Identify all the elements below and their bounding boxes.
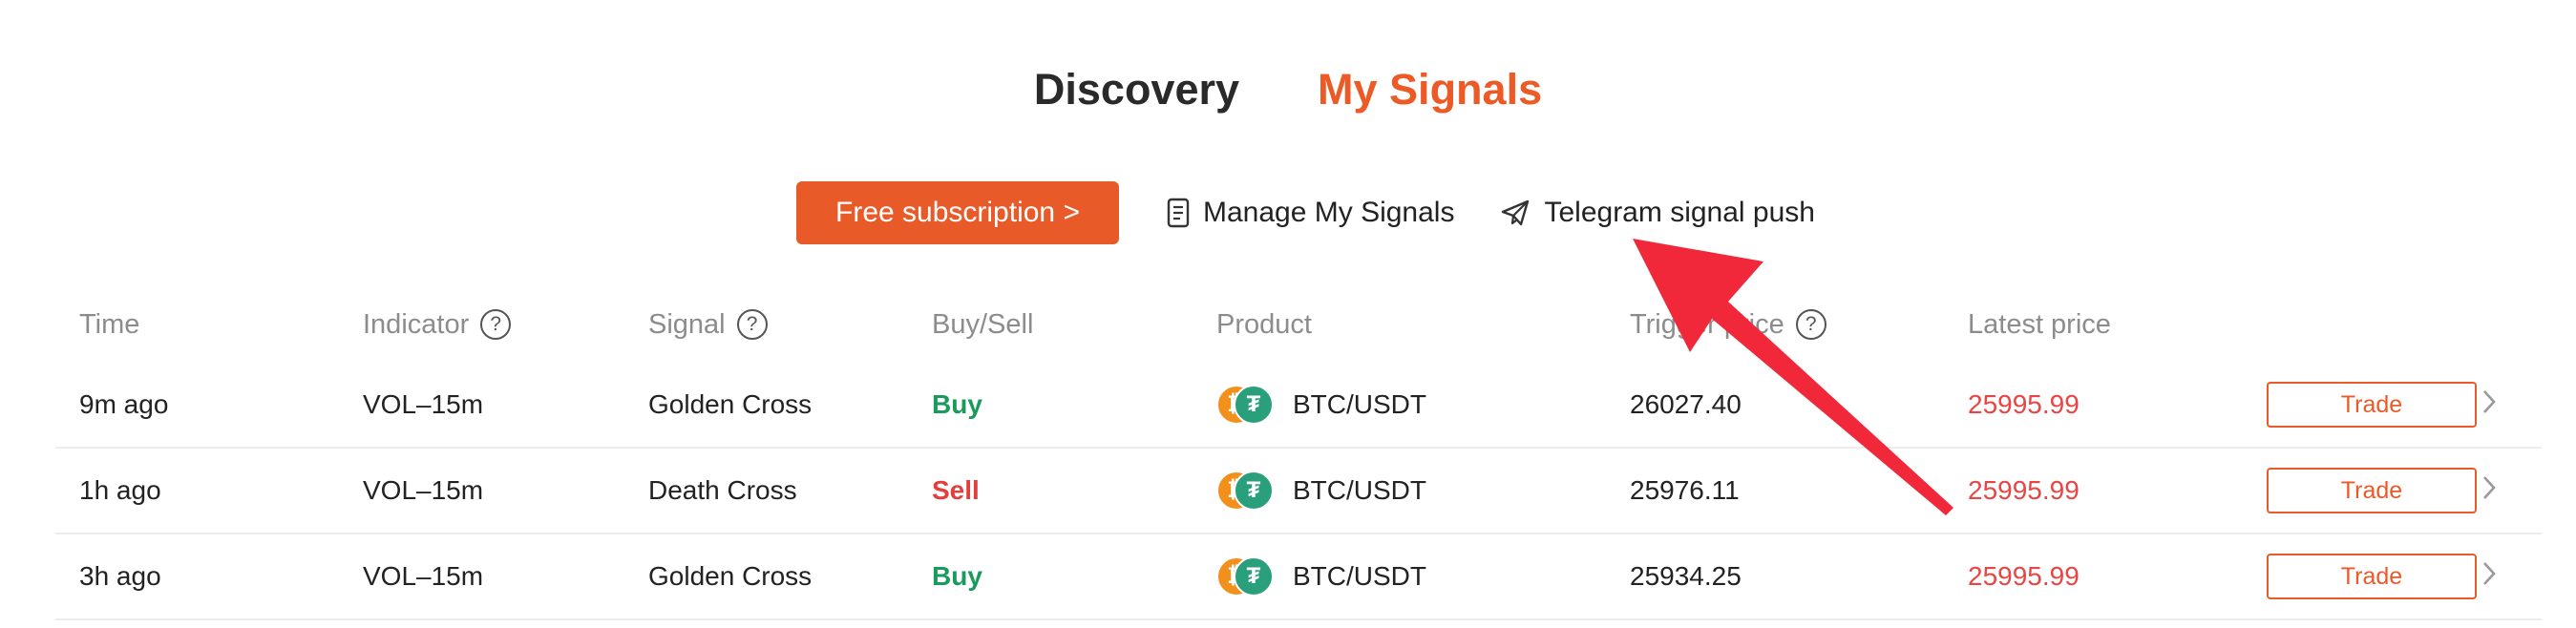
- row-indicator: VOL–15m: [363, 561, 484, 591]
- chevron-right-icon[interactable]: [2481, 559, 2498, 595]
- row-indicator: VOL–15m: [363, 475, 484, 505]
- pair-coins: ₿ ₮: [1216, 471, 1274, 511]
- header-signal: Signal ?: [648, 286, 768, 363]
- table-row[interactable]: 9m ago VOL–15m Golden Cross Buy ₿ ₮ BTC/…: [55, 363, 2542, 449]
- row-latest-price: 25995.99: [1968, 561, 2080, 591]
- question-circle-icon[interactable]: ?: [480, 309, 512, 340]
- row-time: 3h ago: [79, 561, 161, 591]
- row-signal: Death Cross: [648, 475, 797, 505]
- row-trade: Trade: [2267, 363, 2477, 447]
- tether-icon: ₮: [1234, 471, 1274, 511]
- tab-my-signals[interactable]: My Signals: [1318, 59, 1542, 120]
- pair-coins: ₿ ₮: [1216, 556, 1274, 597]
- header-trigger-label: Trigger price: [1630, 308, 1784, 340]
- toolbar: Free subscription > Manage My Signals Te…: [796, 181, 1815, 244]
- header-trigger-price: Trigger price ?: [1630, 286, 1826, 363]
- row-product-label: BTC/USDT: [1293, 475, 1426, 505]
- header-indicator: Indicator ?: [363, 286, 512, 363]
- trade-button[interactable]: Trade: [2267, 554, 2477, 599]
- tab-discovery[interactable]: Discovery: [1034, 59, 1239, 120]
- manage-signals-label: Manage My Signals: [1203, 197, 1455, 228]
- row-side: Buy: [932, 561, 982, 591]
- pair-coins: ₿ ₮: [1216, 385, 1274, 425]
- row-trigger-price: 25976.11: [1630, 475, 1740, 505]
- paper-plane-icon: [1500, 199, 1531, 227]
- trade-button[interactable]: Trade: [2267, 468, 2477, 513]
- row-trigger-price: 26027.40: [1630, 389, 1742, 419]
- row-indicator: VOL–15m: [363, 389, 484, 419]
- row-trade: Trade: [2267, 449, 2477, 533]
- question-circle-icon[interactable]: ?: [1795, 309, 1826, 340]
- row-chevron: [2481, 449, 2498, 533]
- table-row[interactable]: 3h ago VOL–15m Golden Cross Buy ₿ ₮ BTC/…: [55, 534, 2542, 620]
- row-chevron: [2481, 363, 2498, 447]
- row-latest-price: 25995.99: [1968, 389, 2080, 419]
- row-product-label: BTC/USDT: [1293, 389, 1426, 419]
- row-trigger-price: 25934.25: [1630, 561, 1742, 591]
- telegram-signal-push-link[interactable]: Telegram signal push: [1500, 197, 1815, 229]
- manage-signals-link[interactable]: Manage My Signals: [1167, 197, 1454, 229]
- tab-bar: Discovery My Signals: [0, 59, 2576, 120]
- question-circle-icon[interactable]: ?: [736, 309, 768, 340]
- row-chevron: [2481, 534, 2498, 618]
- row-signal: Golden Cross: [648, 561, 813, 591]
- chevron-right-icon[interactable]: [2481, 387, 2498, 423]
- header-latest-price: Latest price: [1968, 308, 2111, 340]
- header-product: Product: [1216, 308, 1312, 340]
- header-indicator-label: Indicator: [363, 308, 470, 340]
- header-time: Time: [79, 308, 140, 340]
- row-side: Sell: [932, 475, 980, 505]
- row-product-label: BTC/USDT: [1293, 561, 1426, 591]
- row-trade: Trade: [2267, 534, 2477, 618]
- header-buysell: Buy/Sell: [932, 308, 1034, 340]
- row-side: Buy: [932, 389, 982, 419]
- row-product: ₿ ₮ BTC/USDT: [1216, 449, 1426, 533]
- row-product: ₿ ₮ BTC/USDT: [1216, 534, 1426, 618]
- row-latest-price: 25995.99: [1968, 475, 2080, 505]
- signals-page: Discovery My Signals Free subscription >…: [0, 0, 2576, 628]
- row-time: 1h ago: [79, 475, 161, 505]
- chevron-right-icon[interactable]: [2481, 473, 2498, 509]
- table-row[interactable]: 1h ago VOL–15m Death Cross Sell ₿ ₮ BTC/…: [55, 449, 2542, 534]
- header-signal-label: Signal: [648, 308, 726, 340]
- free-subscription-button[interactable]: Free subscription >: [796, 181, 1119, 244]
- row-signal: Golden Cross: [648, 389, 813, 419]
- tether-icon: ₮: [1234, 385, 1274, 425]
- tether-icon: ₮: [1234, 556, 1274, 597]
- row-time: 9m ago: [79, 389, 169, 419]
- signals-table: Time Indicator ? Signal ? Buy/Sell Produ…: [55, 286, 2542, 620]
- telegram-label: Telegram signal push: [1544, 197, 1815, 228]
- row-product: ₿ ₮ BTC/USDT: [1216, 363, 1426, 447]
- document-icon: [1167, 198, 1190, 228]
- table-header: Time Indicator ? Signal ? Buy/Sell Produ…: [55, 286, 2542, 363]
- trade-button[interactable]: Trade: [2267, 382, 2477, 428]
